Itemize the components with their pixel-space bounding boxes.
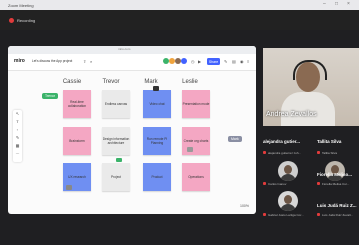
mic-muted-icon <box>317 182 320 185</box>
participant-avatar <box>325 161 345 181</box>
participant-name: alejandra gutier... <box>263 139 301 144</box>
browser-url[interactable]: miro.com <box>118 47 130 51</box>
cursor-label: Mark <box>228 136 242 142</box>
speaker-figure <box>281 92 335 126</box>
present-icon[interactable]: ▶ <box>198 59 201 64</box>
frame-tool-icon[interactable]: ▦ <box>13 142 22 150</box>
share-button[interactable]: Share <box>207 58 220 65</box>
cursor-label: Trevor <box>42 93 58 99</box>
column-header: Leslie <box>182 79 198 85</box>
window-title: Zoom Meeting <box>8 2 34 8</box>
column-header: Trevor <box>102 79 120 85</box>
maximize-icon[interactable]: □ <box>335 2 338 7</box>
recording-label: Recording <box>17 17 36 23</box>
sticky-note[interactable]: Presentation mode <box>182 90 210 118</box>
comment-badge-icon[interactable] <box>187 147 193 152</box>
window-titlebar: Zoom Meeting – □ × <box>0 0 359 10</box>
sticky-note[interactable]: Video chat <box>143 90 171 118</box>
miro-logo: miro <box>14 58 25 64</box>
mic-muted-icon <box>263 151 266 154</box>
mic-muted-icon <box>317 151 320 154</box>
chat-icon[interactable]: ▤ <box>232 59 236 64</box>
collaborator-avatar[interactable] <box>181 58 187 64</box>
participant-label: Carlos Ivanov <box>268 182 287 186</box>
participant-label: Gabriel Justo Lartiga Cor... <box>268 213 304 217</box>
select-tool-icon[interactable]: ↖ <box>13 110 22 118</box>
pen-tool-icon[interactable]: ✎ <box>13 134 22 142</box>
text-tool-icon[interactable]: T <box>13 118 22 126</box>
record-icon <box>9 17 14 23</box>
sticky-note[interactable]: Brainstorm <box>63 127 91 155</box>
headset-icon <box>293 60 327 80</box>
board-name[interactable]: Let's discuss the App project <box>32 59 72 63</box>
speaker-name: Andrea Zevallos <box>266 111 317 118</box>
sticky-note[interactable]: Product <box>143 163 171 191</box>
participant-name: Fiorella Meliso... <box>317 172 353 177</box>
sticky-note[interactable]: Real-time collaboration <box>63 90 91 118</box>
column-header: Cassie <box>62 79 82 85</box>
minimize-icon[interactable]: – <box>323 2 326 7</box>
participant-label: Luis Judá Ruiz Zevall... <box>322 213 354 217</box>
tool-palette: ↖ T ▫ ✎ ▦ ⋯ <box>13 110 22 162</box>
meeting-toolbar: Recording <box>0 10 359 30</box>
participant-avatar <box>278 161 298 181</box>
sticky-note[interactable]: Operations <box>182 163 210 191</box>
participant-name: Luis Judá Ruiz Z... <box>317 203 357 208</box>
sticky-tool-icon[interactable]: ▫ <box>13 126 22 134</box>
comment-badge-icon[interactable] <box>153 86 159 91</box>
notifications-icon[interactable]: ◉ <box>240 59 244 64</box>
cursor-pointer-icon <box>116 158 122 162</box>
sticky-note[interactable]: Endless canvas <box>102 90 130 118</box>
shared-screen[interactable]: miro.com miro Let's discuss the App proj… <box>8 46 256 214</box>
timer-icon[interactable]: ◷ <box>191 59 195 64</box>
comment-badge-icon[interactable] <box>66 185 72 190</box>
sticky-note[interactable]: Design information architecture <box>102 127 130 155</box>
browser-bar: miro.com <box>8 46 256 54</box>
more-tools-icon[interactable]: ⋯ <box>13 150 22 158</box>
menu-icon[interactable]: ≡ <box>247 59 249 64</box>
participant-label: alejandra gutierrez zuh... <box>268 151 302 155</box>
sticky-note[interactable]: Run remote PI Planning <box>143 127 171 155</box>
mic-muted-icon <box>263 213 266 216</box>
comment-icon[interactable]: ✎ <box>224 59 227 64</box>
mic-muted-icon <box>317 213 320 216</box>
search-icon[interactable]: ⌕ <box>90 59 92 64</box>
sticky-note[interactable]: Project <box>102 163 130 191</box>
zoom-level[interactable]: 100% <box>240 204 249 208</box>
mic-muted-icon <box>263 182 266 185</box>
participant-label: Tallita Silva <box>322 151 338 155</box>
participant-avatar <box>278 191 298 211</box>
export-icon[interactable]: ⇪ <box>83 59 86 64</box>
participant-name: Tallita Silva <box>317 139 342 144</box>
miro-toolbar: miro Let's discuss the App project ⇪ ⌕ ◷… <box>8 54 256 71</box>
participant-label: Fiorella Melisa Cur... <box>322 182 350 186</box>
close-icon[interactable]: × <box>347 2 350 7</box>
column-header: Mark <box>144 79 158 85</box>
